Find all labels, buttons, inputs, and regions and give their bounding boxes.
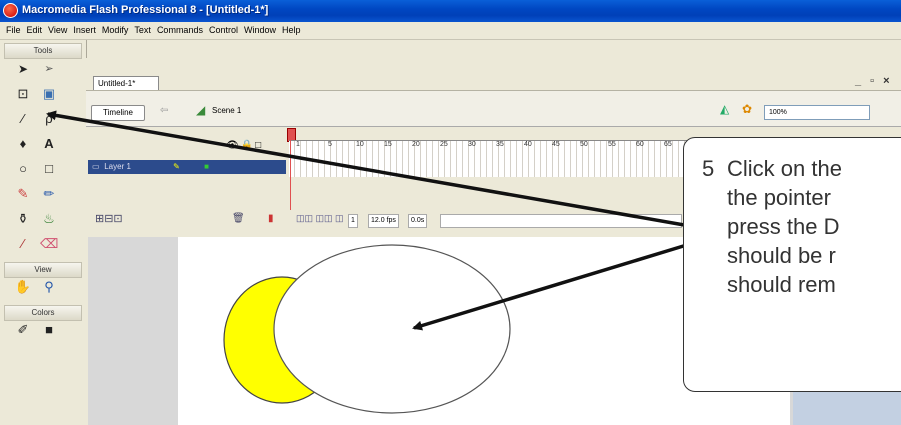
callout-line-4: should be r — [727, 243, 836, 268]
step-number: 5 — [702, 156, 715, 181]
instruction-callout: 5 Click on the the pointer press the D sh… — [683, 137, 901, 392]
callout-text-1: Click on the — [727, 156, 842, 181]
white-oval[interactable] — [273, 244, 511, 414]
callout-line-1: 5 Click on the — [702, 154, 901, 183]
callout-line-2: the pointer — [727, 185, 831, 210]
callout-line-5: should rem — [727, 272, 836, 297]
callout-line-3: press the D — [727, 214, 840, 239]
arrow-to-pointer-tool — [46, 110, 691, 228]
